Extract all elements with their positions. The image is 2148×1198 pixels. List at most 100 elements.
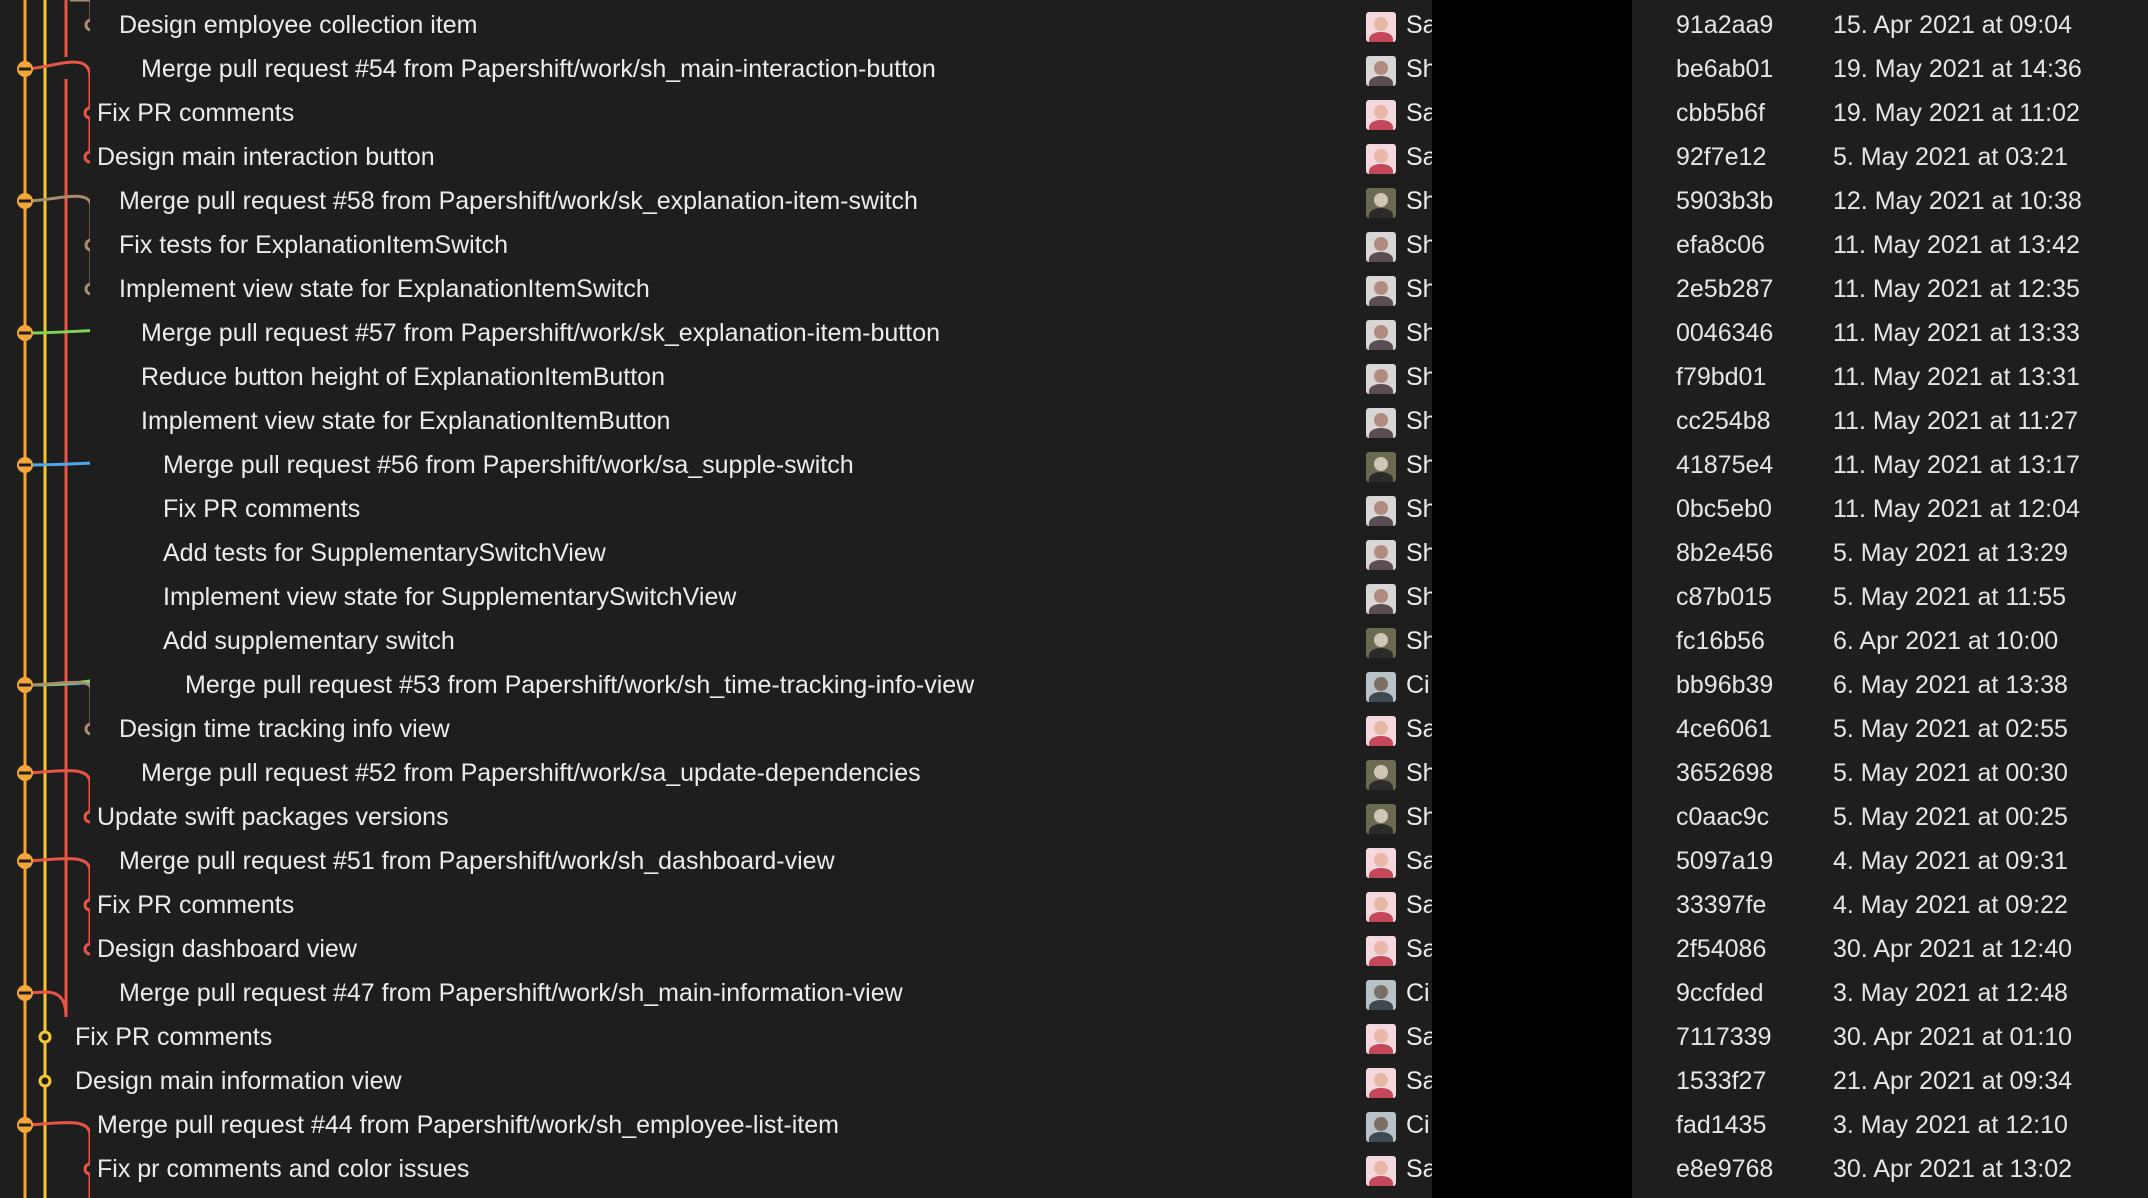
commit-author: Sh [1406,803,1432,831]
commit-author: Sh [1406,495,1432,523]
commit-row[interactable]: Implement view state for ExplanationItem… [0,399,2148,443]
commit-hash: c0aac9c [1676,803,1770,831]
commit-author: Sh [1406,539,1432,567]
commit-row[interactable]: Fix tests for ExplanationItemSwitch Sh efa… [0,223,2148,267]
commit-author: Sa [1406,715,1432,743]
commit-row[interactable]: Add supplementary switch Sh fc16b56 6. Apr … [0,619,2148,663]
commit-hash: 5903b3b [1676,187,1774,215]
commit-date: 30. Apr 2021 at 13:02 [1833,1155,2073,1183]
commit-row[interactable]: Merge pull request #57 from Papershift/w… [0,311,2148,355]
commit-date: 15. Apr 2021 at 09:04 [1833,11,2073,39]
commit-hash: c87b015 [1676,583,1772,611]
commit-hash: 92f7e12 [1676,143,1767,171]
commit-author: Sa [1406,891,1432,919]
commit-author: Sh [1406,627,1432,655]
commit-date: 6. May 2021 at 13:38 [1833,671,2068,699]
commit-message: Add tests for SupplementarySwitchView [163,539,606,567]
commit-date: 6. Apr 2021 at 10:00 [1833,627,2059,655]
commit-hash: 2f54086 [1676,935,1767,963]
commit-row[interactable]: Design time tracking info view Sa 4ce6061 5… [0,707,2148,751]
commit-row[interactable]: Design employee collection item Sa 91a2aa9… [0,3,2148,47]
author-avatar [1366,848,1396,878]
commit-message: Merge pull request #54 from Papershift/w… [141,55,936,83]
commit-author: Sa [1406,847,1432,875]
commit-message: Merge pull request #52 from Papershift/w… [141,759,921,787]
author-avatar [1366,12,1396,42]
author-avatar [1366,452,1396,482]
commit-message: Implement view state for ExplanationItem… [119,275,650,303]
commit-message: Design time tracking info view [119,715,450,743]
commit-hash: 1533f27 [1676,1067,1767,1095]
commit-row[interactable]: Merge pull request #47 from Papershift/w… [0,971,2148,1015]
commit-message: Merge pull request #47 from Papershift/w… [119,979,903,1007]
commit-row[interactable]: Reduce button height of ExplanationItemB… [0,355,2148,399]
commit-author: Sa [1406,1067,1432,1095]
commit-row[interactable]: Fix PR comments Sa 7117339 30. Apr 2021 at … [0,1015,2148,1059]
commit-row[interactable]: Fix PR comments Sa 33397fe 4. May 2021 at 0… [0,883,2148,927]
commit-message: Update swift packages versions [97,803,449,831]
commit-date: 3. May 2021 at 12:48 [1833,979,2068,1007]
commit-author: Sa [1406,1155,1432,1183]
commit-row[interactable]: Fix pr comments and color issues Sa e8e976… [0,1147,2148,1191]
commit-row[interactable]: Fix PR comments Sa cbb5b6f 19. May 2021 at … [0,91,2148,135]
commit-date: 5. May 2021 at 13:29 [1833,539,2068,567]
commit-list[interactable]: Design employee collection item Sa 91a2aa9… [0,0,2148,1198]
commit-message: Implement view state for ExplanationItem… [141,407,671,435]
commit-hash: 33397fe [1676,891,1767,919]
commit-message: Design main information view [75,1067,402,1095]
author-avatar [1366,540,1396,570]
commit-row[interactable]: Merge pull request #52 from Papershift/w… [0,751,2148,795]
commit-author: Sh [1406,407,1432,435]
commit-date: 11. May 2021 at 13:33 [1833,319,2080,347]
commit-author: Ci [1406,979,1430,1007]
commit-row[interactable]: Merge pull request #54 from Papershift/w… [0,47,2148,91]
commit-date: 11. May 2021 at 13:42 [1833,231,2080,259]
commit-date: 5. May 2021 at 00:25 [1833,803,2068,831]
commit-row[interactable]: Merge pull request #44 from Papershift/w… [0,1103,2148,1147]
commit-message: Fix PR comments [97,99,295,127]
commit-row[interactable]: Merge pull request #56 from Papershift/w… [0,443,2148,487]
author-avatar [1366,320,1396,350]
commit-date: 21. Apr 2021 at 09:34 [1833,1067,2073,1095]
commit-message: Design main interaction button [97,143,435,171]
commit-hash: 2e5b287 [1676,275,1774,303]
commit-hash: 0bc5eb0 [1676,495,1772,523]
commit-row[interactable]: Fix PR comments Sh 0bc5eb0 11. May 2021 at … [0,487,2148,531]
commit-message: Merge pull request #57 from Papershift/w… [141,319,941,347]
commit-row[interactable]: Design dashboard view Sa 2f54086 30. Apr 20… [0,927,2148,971]
commit-hash: e8e9768 [1676,1155,1774,1183]
commit-date: 4. May 2021 at 09:31 [1833,847,2068,875]
author-avatar [1366,584,1396,614]
commit-author: Sh [1406,363,1432,391]
commit-row[interactable]: Merge pull request #53 from Papershift/w… [0,663,2148,707]
commit-hash: 91a2aa9 [1676,11,1774,39]
commit-row[interactable]: Design main interaction button Sa 92f7e12 5… [0,135,2148,179]
commit-message: Fix tests for ExplanationItemSwitch [119,231,509,259]
commit-author: Sa [1406,11,1432,39]
commit-row[interactable]: Implement view state for SupplementarySw… [0,575,2148,619]
commit-hash: 0046346 [1676,319,1774,347]
commit-row[interactable]: Merge pull request #58 from Papershift/w… [0,179,2148,223]
commit-author: Ci [1406,1111,1430,1139]
commit-row[interactable]: Merge pull request #51 from Papershift/w… [0,839,2148,883]
commit-hash: 4ce6061 [1676,715,1772,743]
commit-date: 3. May 2021 at 12:10 [1833,1111,2068,1139]
commit-row[interactable]: Update swift packages versions Sh c0aac9c 5… [0,795,2148,839]
author-avatar [1366,804,1396,834]
commit-date: 11. May 2021 at 12:04 [1833,495,2080,523]
commit-author: Ci [1406,671,1430,699]
commit-author: Sh [1406,451,1432,479]
commit-message: Merge pull request #56 from Papershift/w… [163,451,854,479]
commit-row[interactable]: Design main information view Sa 1533f27 21.… [0,1059,2148,1103]
author-avatar [1366,408,1396,438]
author-avatar [1366,364,1396,394]
commit-author: Sh [1406,55,1432,83]
author-avatar [1366,1112,1396,1142]
commit-row[interactable]: Add tests for SupplementarySwitchView Sh 8… [0,531,2148,575]
commit-hash: fc16b56 [1676,627,1765,655]
commit-hash: 9ccfded [1676,979,1764,1007]
commit-row[interactable]: Implement view state for ExplanationItem… [0,267,2148,311]
author-avatar [1366,144,1396,174]
commit-date: 11. May 2021 at 11:27 [1833,407,2079,435]
commit-message: Implement view state for SupplementarySw… [163,583,737,611]
